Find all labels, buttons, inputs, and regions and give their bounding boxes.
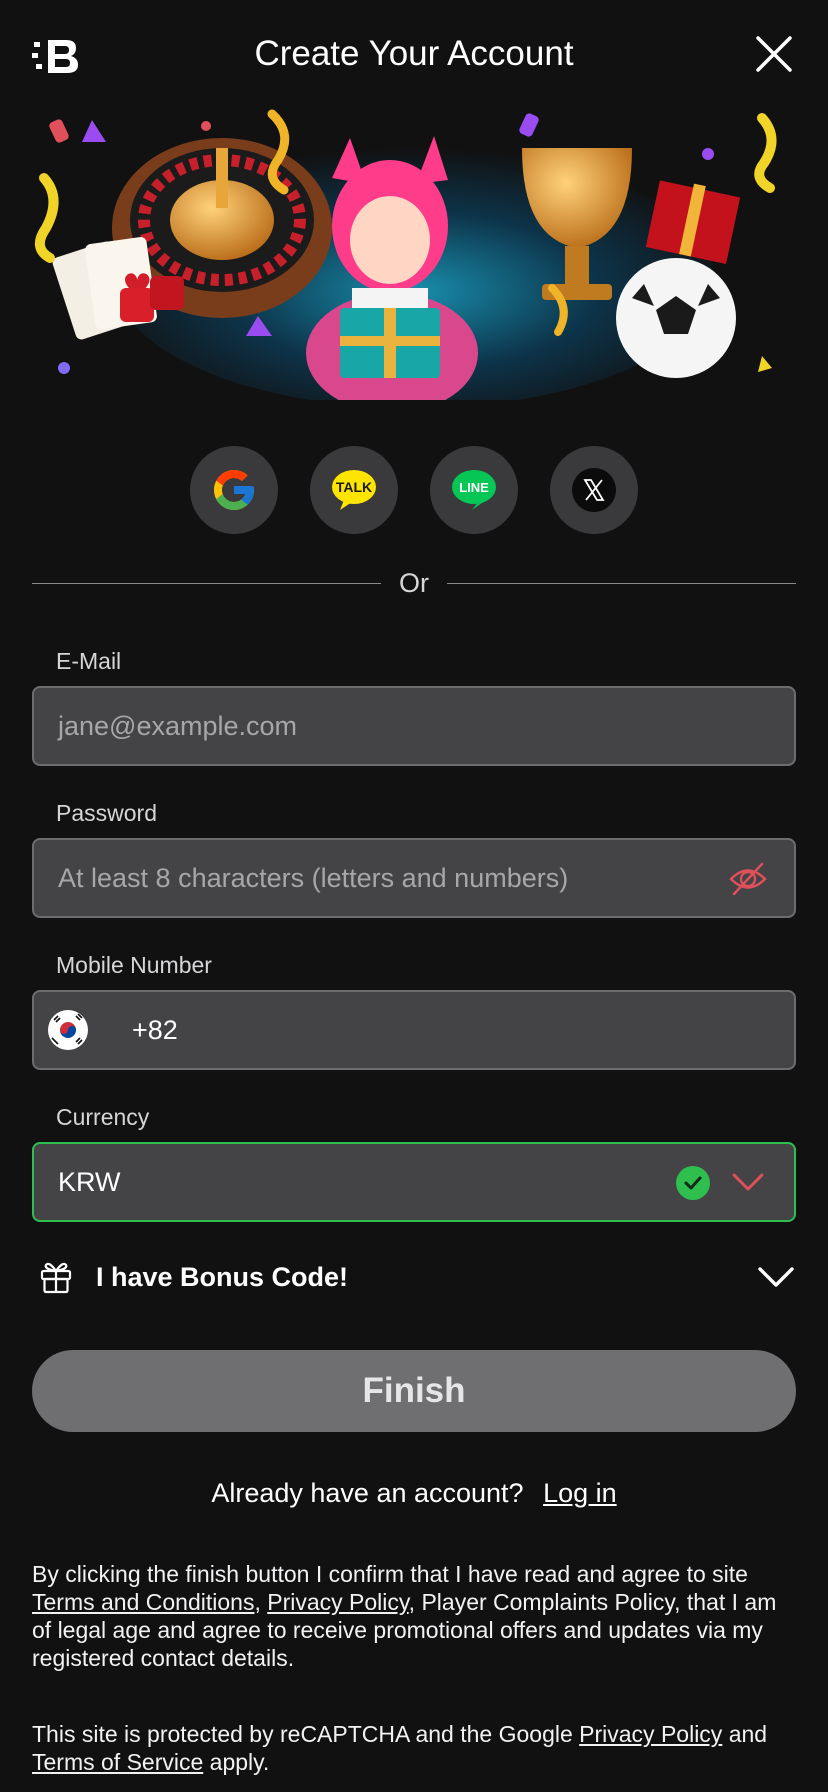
currency-select[interactable]: KRW xyxy=(32,1142,796,1222)
or-label: Or xyxy=(399,567,429,598)
line-icon-text: LINE xyxy=(459,480,489,495)
finish-button[interactable]: Finish xyxy=(32,1350,796,1432)
x-icon xyxy=(572,468,616,512)
chevron-down-icon[interactable] xyxy=(730,1170,766,1194)
login-prompt: Already have an account? Log in xyxy=(0,1478,828,1509)
password-label: Password xyxy=(56,800,157,826)
gift-icon xyxy=(40,1262,72,1294)
bonus-code-toggle[interactable]: I have Bonus Code! xyxy=(32,1244,796,1310)
line-icon: LINE xyxy=(452,470,496,510)
recaptcha-and: and xyxy=(722,1721,768,1747)
eye-off-icon[interactable] xyxy=(728,860,768,898)
mobile-number-field[interactable]: +82 xyxy=(32,990,796,1070)
currency-label: Currency xyxy=(56,1104,150,1130)
recaptcha-text-1: This site is protected by reCAPTCHA and … xyxy=(32,1721,580,1747)
x-login-button[interactable] xyxy=(550,446,638,534)
login-prompt-text: Already have an account? xyxy=(211,1478,524,1508)
google-login-button[interactable] xyxy=(190,446,278,534)
password-field[interactable]: At least 8 characters (letters and numbe… xyxy=(32,838,796,918)
or-divider: Or xyxy=(32,566,796,600)
kakaotalk-icon: TALK xyxy=(332,470,376,510)
consent-separator: , xyxy=(254,1589,268,1615)
legal-consent-text: By clicking the finish button I confirm … xyxy=(32,1560,796,1672)
social-login-row: TALK LINE xyxy=(0,446,828,534)
google-privacy-policy-link[interactable]: Privacy Policy xyxy=(579,1721,722,1747)
chevron-down-icon[interactable] xyxy=(756,1264,796,1290)
south-korea-flag-icon[interactable] xyxy=(48,1010,88,1050)
recaptcha-notice: This site is protected by reCAPTCHA and … xyxy=(32,1720,796,1776)
bonus-code-label: I have Bonus Code! xyxy=(96,1261,349,1292)
divider-line xyxy=(447,582,796,584)
password-placeholder: At least 8 characters (letters and numbe… xyxy=(58,862,569,893)
recaptcha-text-2: apply. xyxy=(203,1749,270,1775)
mobile-label: Mobile Number xyxy=(56,952,212,978)
consent-text-1: By clicking the finish button I confirm … xyxy=(32,1561,748,1587)
kakaotalk-login-button[interactable]: TALK xyxy=(310,446,398,534)
terms-link[interactable]: Terms and Conditions xyxy=(32,1589,254,1615)
page-title: Create Your Account xyxy=(254,34,574,73)
divider-line xyxy=(32,582,381,584)
kakaotalk-icon-text: TALK xyxy=(336,479,372,495)
promo-banner-image: ♥ xyxy=(32,108,796,400)
header: Create Your Account xyxy=(0,0,828,110)
email-placeholder: jane@example.com xyxy=(58,710,298,741)
google-terms-link[interactable]: Terms of Service xyxy=(32,1749,203,1775)
line-login-button[interactable]: LINE xyxy=(430,446,518,534)
google-icon xyxy=(214,470,254,510)
email-field[interactable]: jane@example.com xyxy=(32,686,796,766)
login-link[interactable]: Log in xyxy=(543,1478,617,1508)
email-label: E-Mail xyxy=(56,648,122,674)
close-icon[interactable] xyxy=(754,34,794,74)
currency-value: KRW xyxy=(58,1166,121,1197)
check-circle-icon xyxy=(676,1166,710,1200)
privacy-policy-link[interactable]: Privacy Policy xyxy=(267,1589,408,1615)
